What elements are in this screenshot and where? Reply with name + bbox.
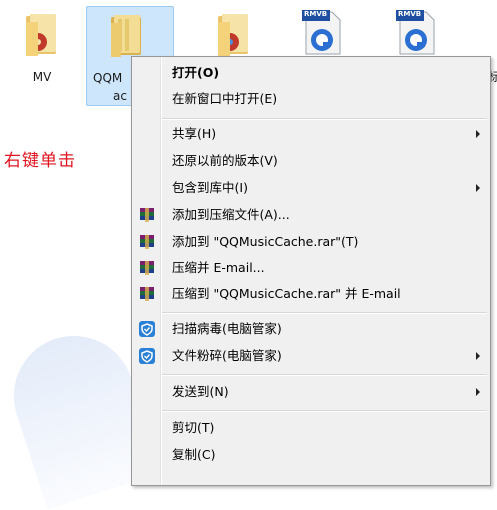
submenu-arrow-icon: [476, 130, 480, 138]
menu-separator: [162, 118, 487, 120]
menu-item-label: 在新窗口中打开(E): [172, 91, 278, 106]
context-menu: 打开(O) 在新窗口中打开(E) 共享(H) 还原以前的版本(V) 包含到库中(…: [131, 56, 491, 486]
shield-icon: [139, 321, 155, 337]
menu-item-cut[interactable]: 剪切(T): [134, 416, 488, 440]
desktop-item-rmvb-2[interactable]: RMVB: [396, 10, 436, 56]
menu-item-add-to-rar[interactable]: 添加到 "QQMusicCache.rar"(T): [134, 230, 488, 254]
winrar-icon: [140, 287, 154, 301]
music-folder-icon: [218, 14, 248, 56]
shield-icon: [139, 348, 155, 364]
menu-item-label: 包含到库中(I): [172, 180, 248, 195]
menu-item-send-to[interactable]: 发送到(N): [134, 380, 488, 404]
menu-item-compress-rar-email[interactable]: 压缩到 "QQMusicCache.rar" 并 E-mail: [134, 282, 488, 306]
menu-item-file-shred[interactable]: 文件粉碎(电脑管家): [134, 344, 488, 368]
music-folder-icon: [26, 14, 56, 56]
menu-item-label: 剪切(T): [172, 420, 215, 435]
menu-item-include-library[interactable]: 包含到库中(I): [134, 176, 488, 200]
menu-separator: [162, 312, 487, 314]
menu-item-label: 打开(O): [172, 65, 220, 80]
menu-item-label: 添加到 "QQMusicCache.rar"(T): [172, 234, 359, 249]
menu-item-label: 复制(C): [172, 447, 216, 462]
menu-item-label: 压缩并 E-mail...: [172, 260, 265, 275]
menu-item-label: 发送到(N): [172, 384, 229, 399]
menu-item-label: 还原以前的版本(V): [172, 153, 278, 168]
menu-item-share[interactable]: 共享(H): [134, 122, 488, 146]
menu-separator: [162, 374, 487, 376]
menu-item-label: 扫描病毒(电脑管家): [172, 321, 282, 336]
annotation-text: 右键单击: [4, 151, 76, 171]
menu-item-virus-scan[interactable]: 扫描病毒(电脑管家): [134, 317, 488, 341]
winrar-icon: [140, 235, 154, 249]
menu-item-add-archive[interactable]: 添加到压缩文件(A)...: [134, 203, 488, 227]
menu-item-compress-email[interactable]: 压缩并 E-mail...: [134, 256, 488, 280]
submenu-arrow-icon: [476, 184, 480, 192]
desktop-item-rmvb-1[interactable]: RMVB: [302, 10, 342, 56]
desktop-item-mv[interactable]: MV: [0, 6, 84, 106]
menu-item-restore-versions[interactable]: 还原以前的版本(V): [134, 149, 488, 173]
file-type-badge: RMVB: [304, 10, 328, 18]
menu-item-label: 文件粉碎(电脑管家): [172, 348, 282, 363]
desktop-item-label: MV: [32, 70, 52, 84]
folder-icon: [111, 15, 141, 57]
winrar-icon: [140, 261, 154, 275]
menu-item-open-new-window[interactable]: 在新窗口中打开(E): [134, 87, 488, 111]
menu-separator: [162, 410, 487, 412]
menu-item-label: 共享(H): [172, 126, 217, 141]
submenu-arrow-icon: [476, 388, 480, 396]
submenu-arrow-icon: [476, 352, 480, 360]
winrar-icon: [140, 208, 154, 222]
file-type-badge: RMVB: [398, 10, 422, 18]
menu-item-label: 压缩到 "QQMusicCache.rar" 并 E-mail: [172, 286, 401, 301]
menu-item-open[interactable]: 打开(O): [134, 61, 488, 85]
menu-item-copy[interactable]: 复制(C): [134, 443, 488, 467]
menu-item-label: 添加到压缩文件(A)...: [172, 207, 290, 222]
